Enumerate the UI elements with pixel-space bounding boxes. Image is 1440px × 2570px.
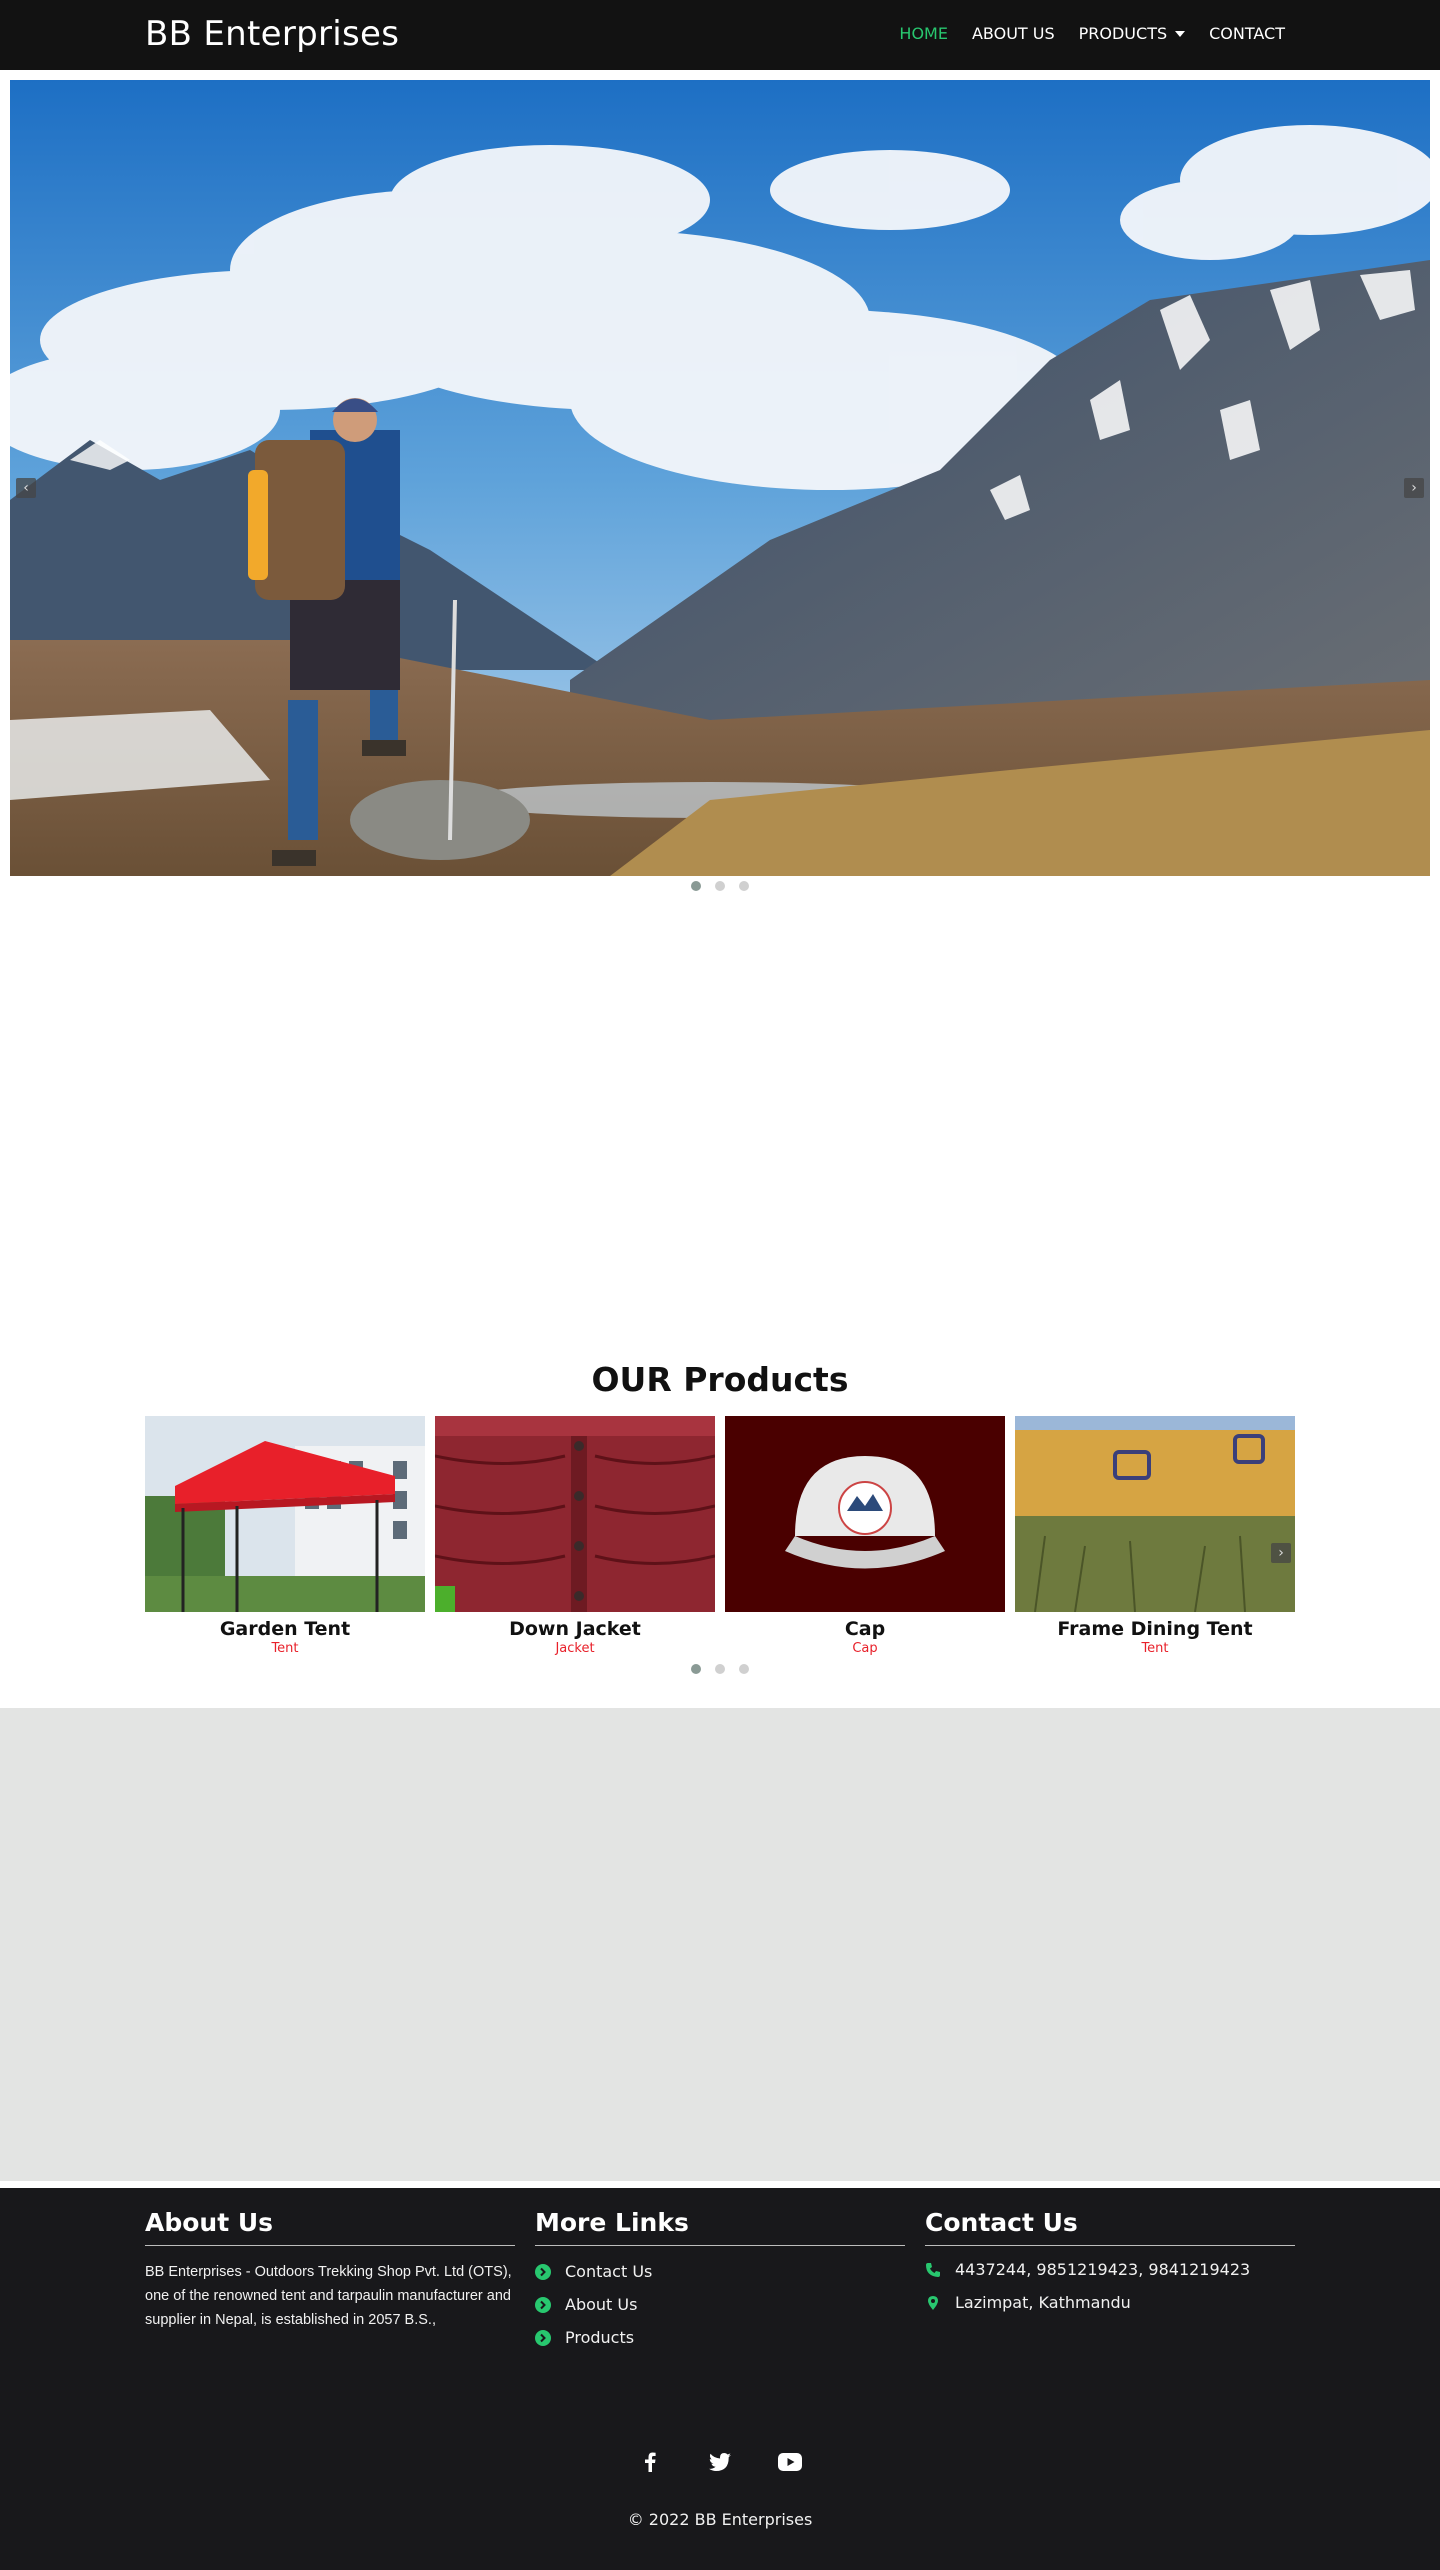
product-category: Tent	[271, 1641, 299, 1656]
products-dot-1[interactable]	[691, 1664, 701, 1674]
site-footer: About Us BB Enterprises - Outdoors Trekk…	[0, 2188, 1440, 2570]
hero-dots	[691, 881, 749, 891]
top-navbar: BB Enterprises HOME ABOUT US PRODUCTS CO…	[0, 0, 1440, 70]
twitter-icon[interactable]	[708, 2450, 732, 2474]
hero-image	[10, 80, 1430, 876]
youtube-icon[interactable]	[778, 2450, 802, 2474]
footer-link-label: Products	[565, 2328, 635, 2347]
product-category: Jacket	[555, 1641, 595, 1656]
hero-slider: ‹ ›	[10, 80, 1430, 876]
products-dot-2[interactable]	[715, 1664, 725, 1674]
products-next-button[interactable]: ›	[1271, 1543, 1291, 1563]
hero-dot-2[interactable]	[715, 881, 725, 891]
map-marker-icon	[925, 2295, 941, 2311]
nav-home[interactable]: HOME	[899, 24, 948, 43]
footer-link-label: Contact Us	[565, 2262, 653, 2281]
footer-about-title: About Us	[145, 2208, 515, 2246]
product-name: Garden Tent	[219, 1618, 351, 1640]
product-name: Down Jacket	[509, 1618, 641, 1640]
brand-logo[interactable]: BB Enterprises	[145, 14, 399, 54]
social-links	[0, 2450, 1440, 2474]
product-card-cap[interactable]: Cap Cap	[725, 1416, 1005, 1656]
footer-contact: Contact Us 4437244, 9851219423, 98412194…	[925, 2208, 1295, 2312]
footer-address: Lazimpat, Kathmandu	[925, 2293, 1295, 2312]
product-name: Cap	[844, 1618, 886, 1640]
gray-section	[0, 1708, 1440, 2181]
product-image	[725, 1416, 1005, 1612]
hero-dot-3[interactable]	[739, 881, 749, 891]
products-dots	[691, 1664, 749, 1674]
footer-phone-text: 4437244, 9851219423, 9841219423	[955, 2260, 1251, 2279]
footer-address-text: Lazimpat, Kathmandu	[955, 2293, 1131, 2312]
nav-contact[interactable]: CONTACT	[1209, 24, 1285, 43]
hero-next-button[interactable]: ›	[1404, 478, 1424, 498]
footer-links: More Links Contact Us About Us Products	[535, 2208, 905, 2347]
chevron-circle-right-icon	[535, 2263, 551, 2280]
copyright-text: © 2022 BB Enterprises	[627, 2510, 813, 2529]
footer-link-contact-us[interactable]: Contact Us	[535, 2262, 905, 2281]
phone-icon	[925, 2262, 941, 2278]
hero-prev-button[interactable]: ‹	[16, 478, 36, 498]
products-section-title: OUR Products	[591, 1360, 849, 1399]
nav-about-us[interactable]: ABOUT US	[972, 24, 1055, 43]
chevron-circle-right-icon	[535, 2329, 551, 2346]
footer-phone: 4437244, 9851219423, 9841219423	[925, 2260, 1295, 2279]
nav-products-label: PRODUCTS	[1078, 24, 1168, 43]
hero-dot-1[interactable]	[691, 881, 701, 891]
product-image	[145, 1416, 425, 1612]
footer-link-about-us[interactable]: About Us	[535, 2295, 905, 2314]
product-card-garden-tent[interactable]: Garden Tent Tent	[145, 1416, 425, 1656]
product-image	[435, 1416, 715, 1612]
footer-link-label: About Us	[565, 2295, 638, 2314]
footer-contact-title: Contact Us	[925, 2208, 1295, 2246]
facebook-icon[interactable]	[638, 2450, 662, 2474]
footer-links-title: More Links	[535, 2208, 905, 2246]
products-dot-3[interactable]	[739, 1664, 749, 1674]
product-category: Tent	[1141, 1641, 1169, 1656]
nav-products[interactable]: PRODUCTS	[1079, 24, 1186, 43]
caret-down-icon	[1175, 30, 1186, 37]
footer-about: About Us BB Enterprises - Outdoors Trekk…	[145, 2208, 515, 2332]
footer-link-products[interactable]: Products	[535, 2328, 905, 2347]
main-nav: HOME ABOUT US PRODUCTS CONTACT	[899, 24, 1285, 43]
product-image	[1015, 1416, 1295, 1612]
chevron-circle-right-icon	[535, 2296, 551, 2313]
product-name: Frame Dining Tent	[1057, 1618, 1253, 1640]
product-card-down-jacket[interactable]: Down Jacket Jacket	[435, 1416, 715, 1656]
footer-about-text: BB Enterprises - Outdoors Trekking Shop …	[145, 2264, 512, 2328]
product-card-frame-dining-tent[interactable]: Frame Dining Tent Tent	[1015, 1416, 1295, 1656]
products-carousel: Garden Tent Tent Down Jacket Jacket Cap …	[145, 1416, 1295, 1656]
product-category: Cap	[852, 1641, 878, 1656]
